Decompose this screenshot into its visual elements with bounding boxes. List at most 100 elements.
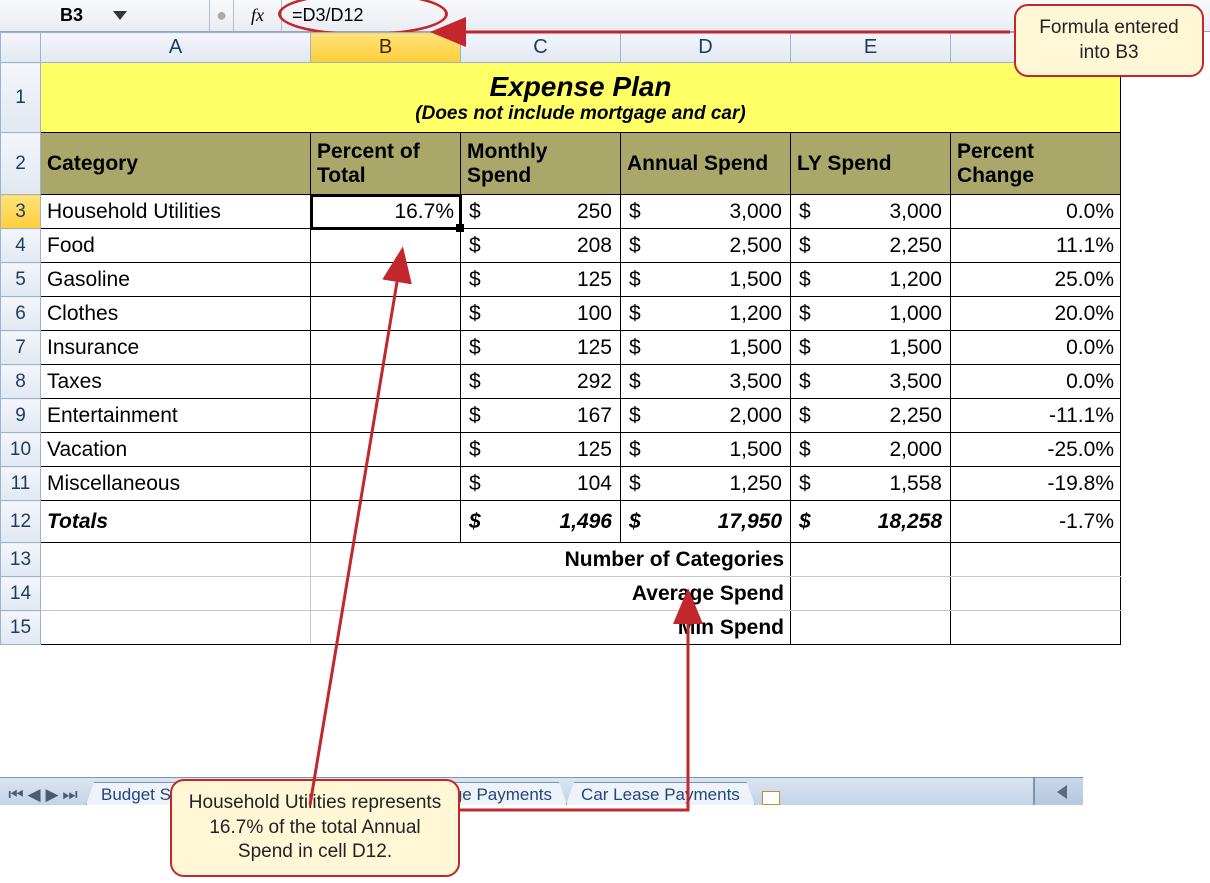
cell-percent-total[interactable] [311, 297, 461, 331]
summary-min-spend[interactable]: Min Spend [311, 611, 791, 645]
insert-sheet-icon[interactable] [762, 791, 780, 805]
col-header-E[interactable]: E [791, 33, 951, 63]
row-header[interactable]: 12 [1, 501, 41, 543]
cell-monthly[interactable]: $125 [461, 263, 621, 297]
cell[interactable] [951, 543, 1121, 577]
cell-category[interactable]: Household Utilities [41, 195, 311, 229]
cell-change[interactable]: -11.1% [951, 399, 1121, 433]
cell-percent-total[interactable] [311, 365, 461, 399]
cell[interactable] [791, 577, 951, 611]
cell-percent-total[interactable] [311, 399, 461, 433]
cell-annual[interactable]: $3,500 [621, 365, 791, 399]
row-header[interactable]: 1 [1, 63, 41, 133]
formula-input[interactable]: =D3/D12 [282, 5, 364, 26]
cell-percent-total[interactable]: 16.7% [311, 195, 461, 229]
cell-change[interactable]: -19.8% [951, 467, 1121, 501]
column-headers[interactable]: A B C D E F [1, 33, 1121, 63]
row-header[interactable]: 14 [1, 577, 41, 611]
cell-annual[interactable]: $3,000 [621, 195, 791, 229]
select-all-corner[interactable] [1, 33, 41, 63]
cell-annual[interactable]: $1,500 [621, 433, 791, 467]
cell-category[interactable]: Vacation [41, 433, 311, 467]
cell-change[interactable]: 20.0% [951, 297, 1121, 331]
row-header[interactable]: 6 [1, 297, 41, 331]
fx-icon[interactable]: fx [234, 0, 282, 31]
cell-annual[interactable]: $1,500 [621, 263, 791, 297]
header-annual-spend[interactable]: Annual Spend [621, 133, 791, 195]
cell-change[interactable]: 0.0% [951, 195, 1121, 229]
worksheet-grid[interactable]: A B C D E F 1 Expense Plan (Does not inc… [0, 32, 1210, 645]
cell-category[interactable]: Gasoline [41, 263, 311, 297]
cell-change[interactable]: -25.0% [951, 433, 1121, 467]
cell-annual[interactable]: $1,200 [621, 297, 791, 331]
cell-change[interactable]: 25.0% [951, 263, 1121, 297]
summary-num-categories[interactable]: Number of Categories [311, 543, 791, 577]
cell[interactable] [791, 611, 951, 645]
cell-ly[interactable]: $1,200 [791, 263, 951, 297]
row-header[interactable]: 2 [1, 133, 41, 195]
cell[interactable] [951, 611, 1121, 645]
col-header-D[interactable]: D [621, 33, 791, 63]
row-header[interactable]: 3 [1, 195, 41, 229]
cell-ly[interactable]: $3,000 [791, 195, 951, 229]
header-ly-spend[interactable]: LY Spend [791, 133, 951, 195]
cell[interactable] [41, 577, 311, 611]
cell-monthly[interactable]: $100 [461, 297, 621, 331]
totals-annual[interactable]: $17,950 [621, 501, 791, 543]
cell-ly[interactable]: $2,250 [791, 229, 951, 263]
fill-handle[interactable] [456, 224, 464, 232]
row-header[interactable]: 10 [1, 433, 41, 467]
totals-label[interactable]: Totals [41, 501, 311, 543]
cell-category[interactable]: Insurance [41, 331, 311, 365]
cell-annual[interactable]: $1,500 [621, 331, 791, 365]
cell-percent-total[interactable] [311, 467, 461, 501]
header-percent-total[interactable]: Percent of Total [311, 133, 461, 195]
col-header-B[interactable]: B [311, 33, 461, 63]
tab-nav-last-icon[interactable]: ⏭ [62, 785, 78, 805]
cell-ly[interactable]: $2,000 [791, 433, 951, 467]
cell-change[interactable]: 11.1% [951, 229, 1121, 263]
totals-change[interactable]: -1.7% [951, 501, 1121, 543]
row-header[interactable]: 15 [1, 611, 41, 645]
cell-monthly[interactable]: $250 [461, 195, 621, 229]
row-header[interactable]: 7 [1, 331, 41, 365]
row-header[interactable]: 13 [1, 543, 41, 577]
row-header[interactable]: 9 [1, 399, 41, 433]
cell-percent-total[interactable] [311, 263, 461, 297]
row-header[interactable]: 4 [1, 229, 41, 263]
cell-category[interactable]: Clothes [41, 297, 311, 331]
cell-monthly[interactable]: $208 [461, 229, 621, 263]
cell-change[interactable]: 0.0% [951, 331, 1121, 365]
col-header-C[interactable]: C [461, 33, 621, 63]
cell-monthly[interactable]: $167 [461, 399, 621, 433]
name-box[interactable]: B3 [0, 0, 210, 31]
cell-monthly[interactable]: $292 [461, 365, 621, 399]
cell-percent-total[interactable] [311, 331, 461, 365]
hscroll-left-button[interactable] [1033, 778, 1083, 805]
cell-category[interactable]: Taxes [41, 365, 311, 399]
cell-monthly[interactable]: $125 [461, 331, 621, 365]
totals-monthly[interactable]: $1,496 [461, 501, 621, 543]
sheet-tab[interactable]: Car Lease Payments [566, 782, 755, 805]
cell-ly[interactable]: $1,000 [791, 297, 951, 331]
cell[interactable] [41, 543, 311, 577]
summary-avg-spend[interactable]: Average Spend [311, 577, 791, 611]
cell-annual[interactable]: $1,250 [621, 467, 791, 501]
header-percent-change[interactable]: Percent Change [951, 133, 1121, 195]
cell-ly[interactable]: $3,500 [791, 365, 951, 399]
cell-monthly[interactable]: $104 [461, 467, 621, 501]
cell[interactable] [41, 611, 311, 645]
tab-nav-first-icon[interactable]: ⏮ [8, 785, 24, 805]
cell[interactable] [951, 577, 1121, 611]
cell-ly[interactable]: $1,558 [791, 467, 951, 501]
cell-change[interactable]: 0.0% [951, 365, 1121, 399]
col-header-A[interactable]: A [41, 33, 311, 63]
cell-percent-total[interactable] [311, 433, 461, 467]
row-header[interactable]: 5 [1, 263, 41, 297]
tab-nav-next-icon[interactable]: ▶ [44, 785, 60, 805]
cell-category[interactable]: Entertainment [41, 399, 311, 433]
row-header[interactable]: 11 [1, 467, 41, 501]
cell[interactable] [791, 543, 951, 577]
cell-percent-total[interactable] [311, 229, 461, 263]
header-category[interactable]: Category [41, 133, 311, 195]
